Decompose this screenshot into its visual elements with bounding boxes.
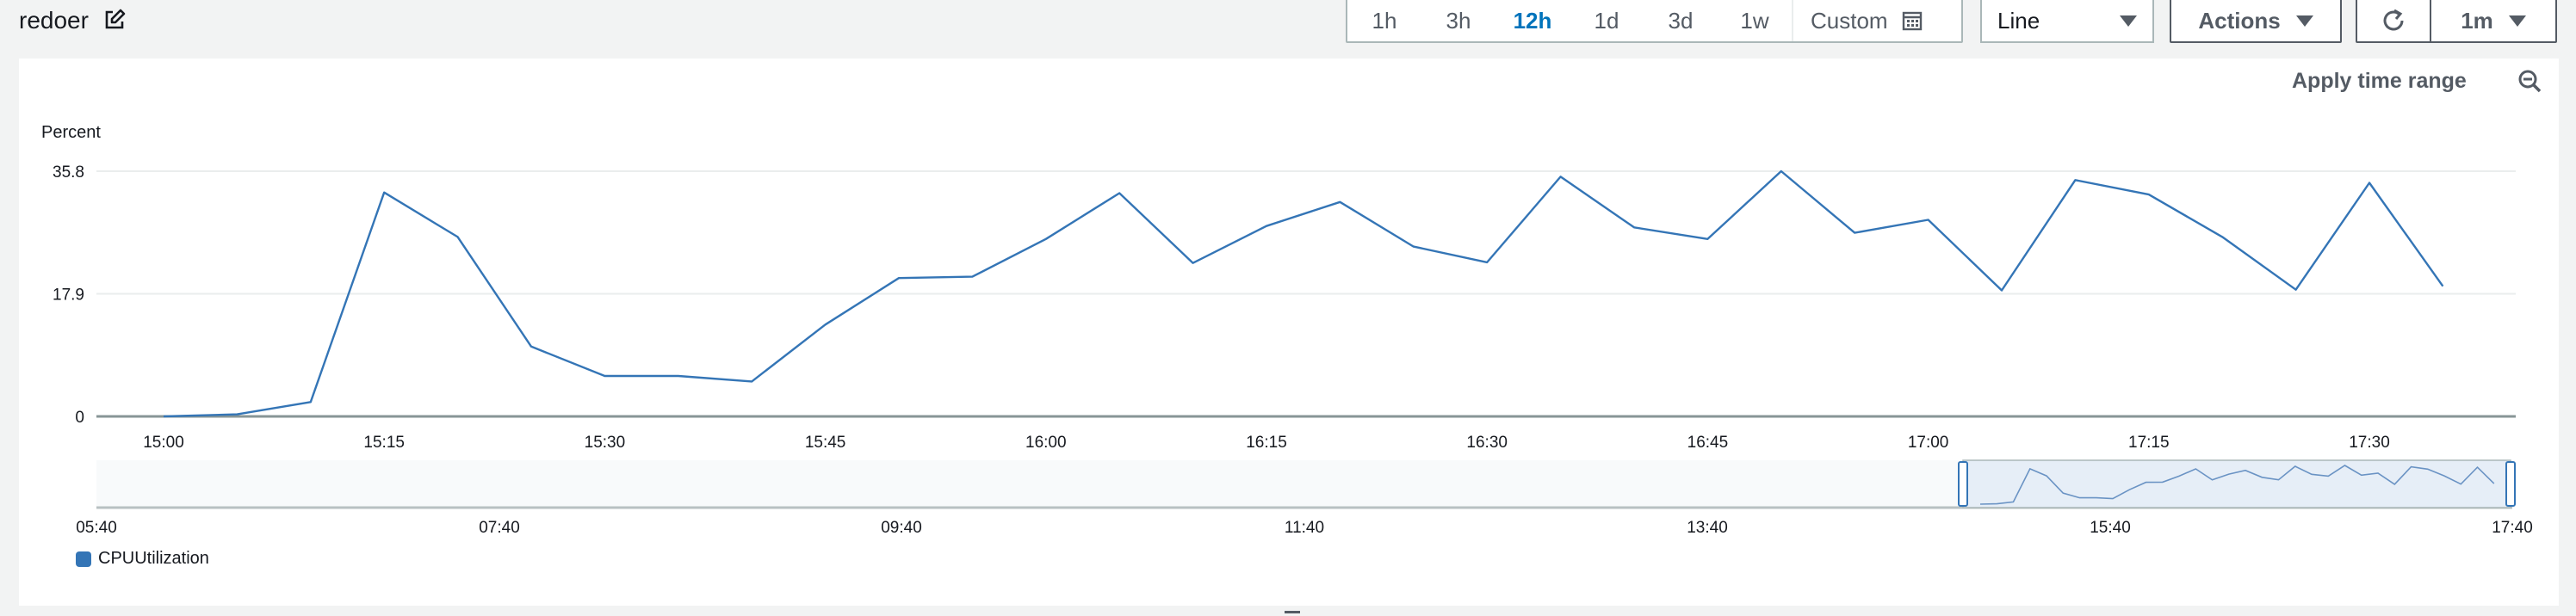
edit-icon[interactable]	[103, 9, 126, 31]
legend-item-cpuutilization[interactable]: CPUUtilization	[76, 549, 209, 569]
custom-range-button[interactable]: Custom	[1792, 0, 1935, 41]
resize-handle[interactable]	[1285, 611, 1300, 613]
caret-down-icon	[2120, 15, 2137, 27]
legend-swatch	[76, 551, 91, 567]
apply-time-range-button[interactable]: Apply time range	[2292, 69, 2467, 94]
refresh-controls: 1m	[2356, 0, 2557, 43]
widget-title: redoer	[19, 7, 89, 34]
refresh-button[interactable]	[2357, 0, 2431, 41]
calendar-icon	[1902, 11, 1922, 31]
range-12h[interactable]: 12h	[1495, 0, 1570, 41]
caret-down-icon	[2295, 15, 2313, 27]
range-1h[interactable]: 1h	[1347, 0, 1421, 41]
refresh-interval-value: 1m	[2461, 7, 2493, 34]
chart-type-select[interactable]: Line	[1980, 0, 2154, 43]
refresh-icon	[2383, 9, 2404, 31]
legend-label: CPUUtilization	[98, 549, 209, 568]
actions-label: Actions	[2198, 7, 2281, 34]
chart-panel	[19, 59, 2559, 606]
range-1d[interactable]: 1d	[1570, 0, 1644, 41]
range-3h[interactable]: 3h	[1421, 0, 1495, 41]
time-range-selector: 1h 3h 12h 1d 3d 1w Custom	[1346, 0, 1963, 43]
chart-type-value: Line	[1997, 7, 2040, 34]
range-3d[interactable]: 3d	[1644, 0, 1718, 41]
caret-down-icon	[2508, 15, 2526, 27]
refresh-interval-dropdown[interactable]: 1m	[2431, 0, 2555, 41]
zoom-out-icon[interactable]	[2517, 69, 2542, 93]
widget-header: redoer 1h 3h 12h 1d 3d 1w Custom Line Ac…	[0, 0, 2576, 50]
custom-range-label: Custom	[1811, 7, 1888, 34]
range-1w[interactable]: 1w	[1718, 0, 1792, 41]
actions-button[interactable]: Actions	[2170, 0, 2342, 43]
